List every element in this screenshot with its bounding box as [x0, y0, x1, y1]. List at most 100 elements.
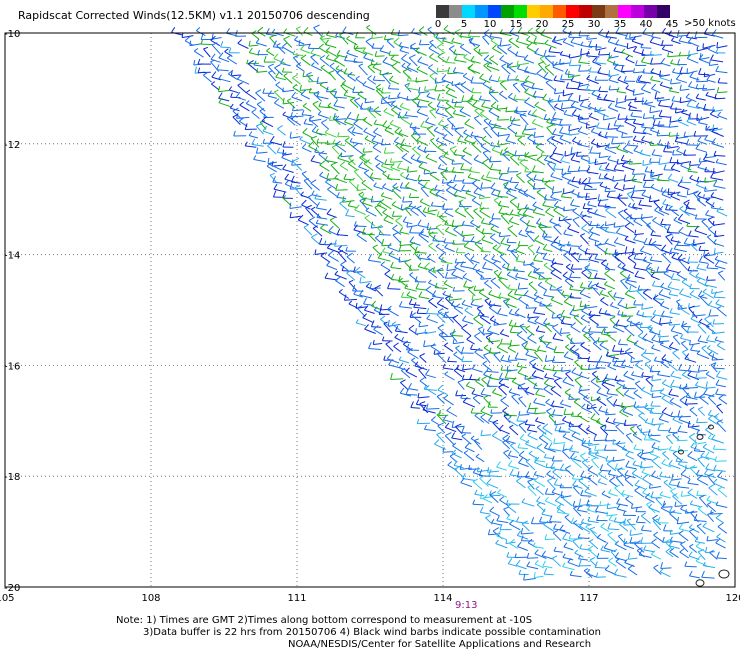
wind-barb-feather	[609, 477, 615, 481]
wind-barb-staff	[462, 235, 475, 236]
wind-barb-feather	[655, 207, 658, 210]
wind-barb-staff	[452, 426, 464, 427]
wind-barb-feather	[436, 190, 440, 194]
wind-barb-feather	[455, 29, 460, 32]
wind-barb-staff	[680, 89, 689, 90]
wind-barb-staff	[436, 227, 444, 235]
wind-barb-staff	[359, 66, 368, 75]
wind-barb-staff	[695, 231, 707, 235]
wind-barb-staff	[494, 127, 506, 129]
wind-barb-feather	[502, 64, 506, 67]
wind-barb-feather	[625, 223, 630, 227]
wind-barb-feather	[484, 345, 488, 348]
wind-barb-staff	[249, 136, 258, 139]
wind-barb-staff	[573, 541, 579, 548]
wind-barb-feather	[708, 410, 711, 415]
wind-barb-feather	[614, 47, 616, 51]
wind-barb-staff	[717, 406, 723, 413]
wind-barb-feather	[399, 301, 402, 306]
wind-barb-feather	[335, 240, 337, 247]
wind-barb-staff	[603, 382, 615, 386]
wind-barb-feather	[471, 56, 474, 61]
wind-barb-feather	[570, 453, 574, 459]
wind-barb-feather	[319, 103, 321, 107]
wind-barb-feather	[560, 400, 563, 404]
wind-barb-feather	[483, 159, 489, 163]
wind-barb-feather	[419, 323, 420, 327]
wind-barb-feather	[492, 45, 496, 49]
wind-barb-feather	[526, 351, 529, 355]
wind-barb-feather	[311, 180, 316, 183]
wind-barb-feather	[417, 66, 420, 69]
wind-barb-feather	[542, 551, 545, 556]
wind-barb-staff	[368, 260, 381, 262]
wind-barb-feather	[623, 145, 627, 149]
wind-barb-staff	[445, 374, 455, 380]
wind-barb-feather	[482, 101, 485, 106]
wind-barb-feather	[676, 300, 680, 302]
wind-barb-feather	[321, 120, 327, 123]
wind-barb-staff	[652, 380, 661, 381]
wind-barb-feather	[442, 74, 446, 79]
wind-barb-feather	[621, 348, 622, 354]
wind-barb-feather	[578, 167, 580, 171]
wind-barb-feather	[562, 291, 564, 295]
wind-barb-feather	[431, 202, 433, 206]
wind-barb-staff	[497, 108, 507, 109]
wind-barb-feather	[590, 527, 595, 529]
wind-barb-staff	[554, 169, 564, 170]
wind-barb-staff	[662, 49, 673, 52]
wind-barb-feather	[489, 219, 493, 223]
wind-barb-feather	[579, 560, 581, 566]
wind-barb-feather	[384, 147, 386, 153]
wind-barb-staff	[669, 126, 678, 127]
wind-barb-feather	[582, 269, 587, 272]
wind-barb-feather	[517, 61, 518, 65]
wind-barb-feather	[490, 507, 494, 511]
wind-barb-staff	[527, 566, 538, 569]
wind-barb-staff	[718, 116, 728, 120]
wind-barb-feather	[482, 377, 487, 380]
wind-barb-feather	[412, 147, 416, 149]
wind-barb-feather	[436, 109, 439, 113]
wind-barb-staff	[528, 487, 537, 496]
wind-barb-staff	[522, 524, 530, 531]
wind-barb-staff	[229, 90, 238, 93]
wind-barb-staff	[687, 192, 697, 194]
wind-barb-staff	[579, 71, 590, 72]
wind-barb-staff	[659, 336, 669, 337]
wind-barb-feather	[430, 139, 434, 141]
wind-barb-feather	[641, 525, 643, 530]
wind-barb-feather	[635, 230, 636, 235]
wind-barb-feather	[643, 128, 646, 132]
wind-barb-feather	[528, 271, 531, 275]
wind-barb-staff	[525, 129, 536, 130]
wind-barb-staff	[520, 385, 528, 395]
wind-barb-staff	[614, 243, 625, 246]
wind-barb-staff	[546, 83, 556, 91]
wind-barb-feather	[624, 371, 628, 376]
wind-barb-feather	[407, 63, 411, 67]
wind-barb-staff	[490, 37, 502, 39]
longitude-label: 105	[0, 593, 15, 604]
wind-barb-feather	[418, 146, 421, 149]
wind-barb-feather	[325, 179, 329, 182]
wind-barb-staff	[698, 341, 708, 343]
wind-barb-staff	[302, 115, 312, 116]
wind-barb-feather	[381, 199, 384, 202]
wind-barb-staff	[471, 413, 482, 414]
wind-barb-staff	[690, 343, 700, 345]
wind-barb-staff	[428, 210, 437, 212]
wind-barb-feather	[570, 309, 574, 315]
wind-barb-feather	[407, 167, 408, 173]
wind-barb-staff	[480, 211, 491, 218]
wind-barb-feather	[587, 570, 590, 574]
wind-barb-feather	[335, 175, 338, 179]
wind-barb-feather	[679, 227, 683, 232]
wind-barb-staff	[301, 95, 310, 99]
wind-barb-staff	[508, 564, 517, 567]
wind-barb-staff	[642, 307, 653, 309]
wind-barb-staff	[301, 58, 310, 65]
wind-barb-staff	[689, 576, 699, 578]
wind-barb-feather	[427, 308, 429, 313]
